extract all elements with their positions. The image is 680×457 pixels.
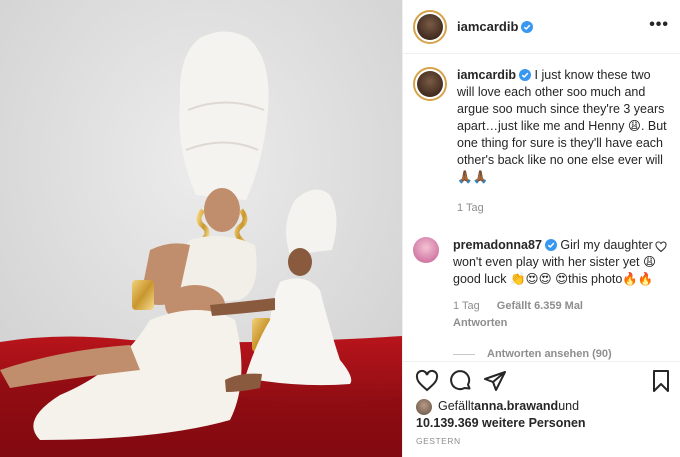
author-avatar[interactable] [413,9,447,44]
photo-illustration [0,0,402,457]
commenter-avatar[interactable] [413,237,439,263]
bookmark-icon[interactable] [649,369,673,393]
author-username[interactable]: iamcardib [457,19,518,34]
action-bar [403,361,680,399]
caption: iamcardib I just know these two will lov… [413,67,669,217]
reply-button[interactable]: Antworten [453,317,507,329]
caption-text: I just know these two will love each oth… [457,68,667,184]
comment-item: premadonna87 Girl my daughter won't even… [413,237,669,363]
post-date[interactable]: GESTERN [416,436,461,446]
comment-icon[interactable] [449,369,473,393]
likes-prefix: Gefällt [438,399,475,413]
comment-time[interactable]: 1 Tag [453,300,480,312]
share-icon[interactable] [483,369,507,393]
verified-badge-icon [519,69,532,81]
verified-badge-icon [521,20,534,33]
more-options-icon[interactable]: ••• [649,17,669,33]
caption-meta: 1 Tag [457,200,667,217]
caption-time[interactable]: 1 Tag [457,202,484,214]
verified-badge-icon [544,239,557,251]
liker-username[interactable]: anna.brawand [474,398,558,415]
comment-meta: 1 Tag Gefällt 6.359 Mal Antworten [453,298,663,332]
comment-like-heart-icon[interactable] [655,241,667,253]
liker-avatar[interactable] [416,398,432,415]
likes-and: und [558,399,580,413]
comments-list: iamcardib I just know these two will lov… [403,55,680,360]
comment-likes[interactable]: Gefällt 6.359 Mal [497,300,583,312]
post-header: iamcardib ••• [403,0,680,54]
caption-avatar[interactable] [413,67,447,101]
likes-summary: Gefällt anna.brawand und 10.139.369 weit… [416,398,678,432]
post-side-panel: iamcardib ••• iamcardib I just know thes… [402,0,680,457]
instagram-post: iamcardib ••• iamcardib I just know thes… [0,0,680,457]
likes-count[interactable]: 10.139.369 weitere Personen [416,416,586,430]
replies-divider [453,354,475,355]
post-photo[interactable] [0,0,402,457]
heart-icon[interactable] [415,369,439,393]
caption-username[interactable]: iamcardib [457,68,516,82]
commenter-username[interactable]: premadonna87 [453,238,542,252]
